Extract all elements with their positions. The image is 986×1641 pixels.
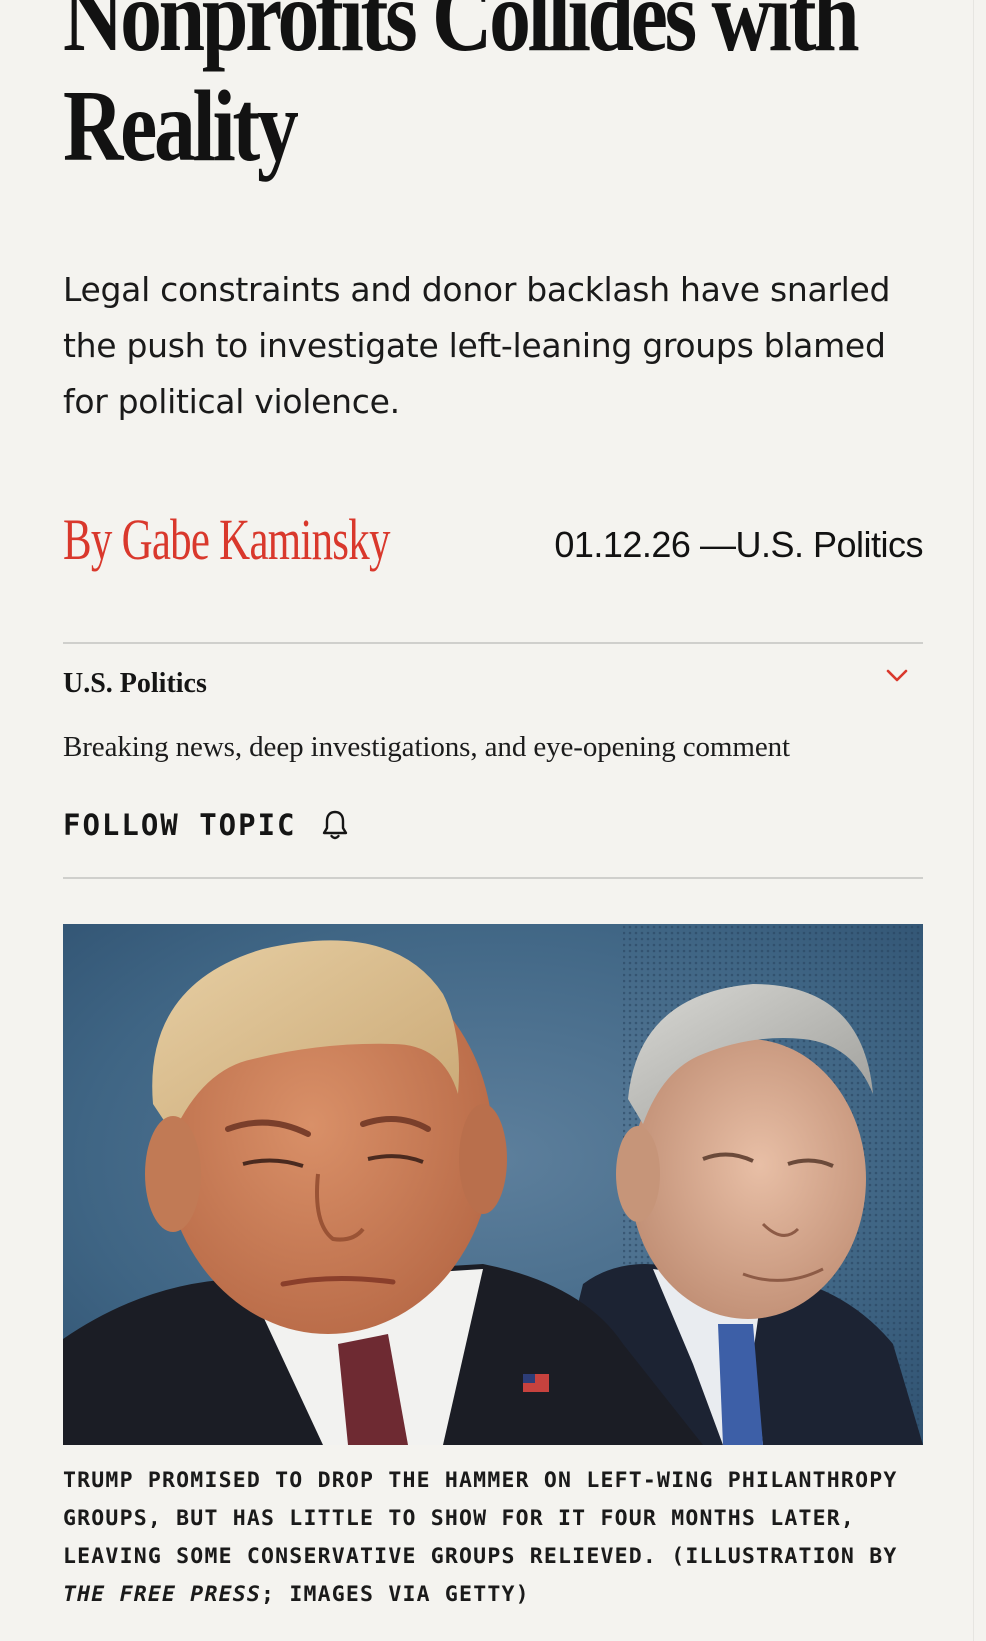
divider (63, 877, 923, 879)
author-byline-link[interactable]: By Gabe Kaminsky (63, 505, 390, 575)
caption-publication: The Free Press (63, 1582, 262, 1607)
follow-topic-label: FOLLOW TOPIC (63, 808, 297, 842)
headline-line: Nonprofits Collides with (63, 0, 860, 73)
hero-illustration-artwork (63, 924, 923, 1445)
topic-description: Breaking news, deep investigations, and … (63, 731, 790, 763)
dek-line: for political violence. (63, 382, 400, 421)
scrollbar[interactable] (973, 0, 986, 1641)
caption-text: Trump promised to drop the hammer on lef… (63, 1468, 898, 1569)
publish-dateline: 01.12.26 —U.S. Politics (554, 524, 923, 565)
image-caption: Trump promised to drop the hammer on lef… (63, 1462, 923, 1614)
follow-topic-button[interactable]: FOLLOW TOPIC (63, 805, 349, 845)
byline-row: By Gabe Kaminsky 01.12.26 —U.S. Politics (63, 505, 923, 575)
topic-title: U.S. Politics (63, 668, 207, 699)
headline-line: Reality (63, 70, 299, 183)
dek-line: Legal constraints and donor backlash hav… (63, 270, 891, 309)
divider (63, 642, 923, 644)
hero-illustration (63, 924, 923, 1445)
bell-icon (322, 810, 347, 840)
chevron-down-icon[interactable] (885, 668, 909, 684)
article-headline: Nonprofits Collides with Reality (63, 0, 860, 183)
article-dek: Legal constraints and donor backlash hav… (63, 262, 923, 430)
caption-credit: ; images via Getty) (261, 1582, 530, 1607)
dek-line: the push to investigate left-leaning gro… (63, 326, 886, 365)
